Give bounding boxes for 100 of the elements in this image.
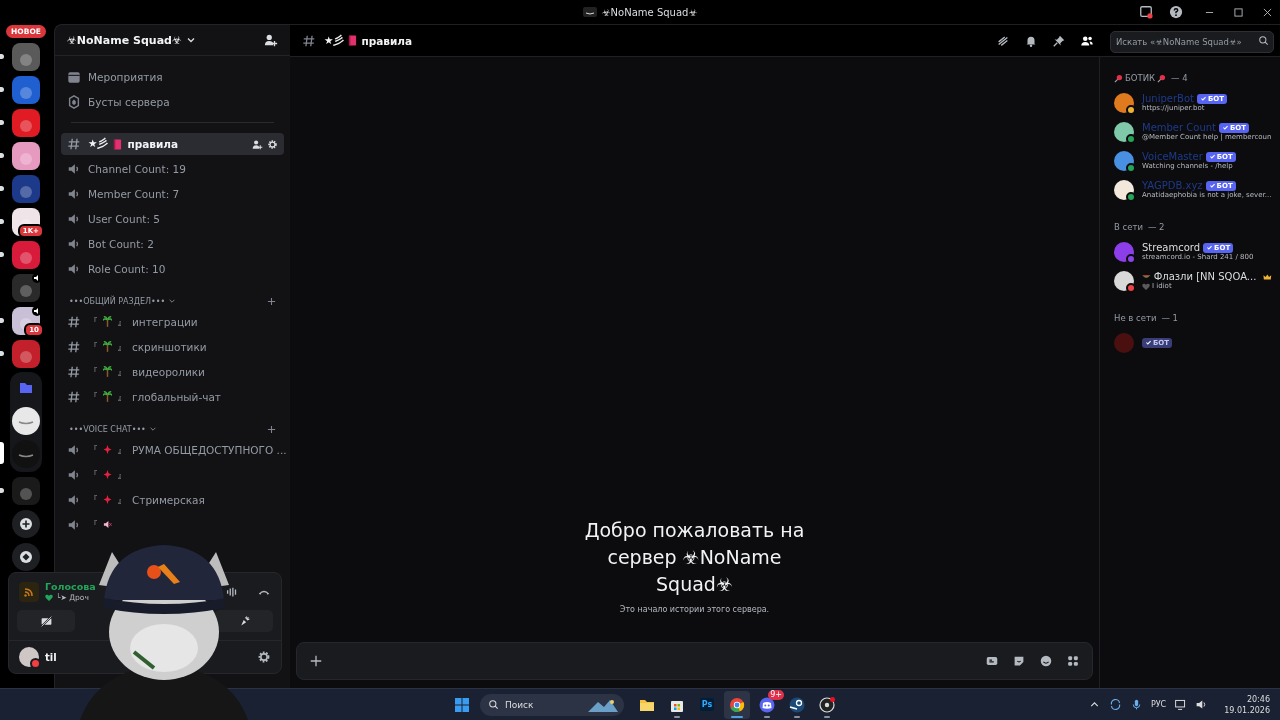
channel-item[interactable]: 『 』 видеоролики [61, 359, 284, 384]
bracket: 『 [88, 442, 98, 457]
channel-item[interactable]: 『 [61, 512, 118, 537]
time[interactable]: 20:46 [1246, 693, 1270, 705]
category-name[interactable]: •••VOICE CHAT••• [69, 424, 146, 434]
channel-link[interactable]: Мероприятия [88, 70, 163, 83]
channel-item[interactable]: 『 』 интеграции [61, 309, 284, 334]
member-avatar[interactable] [1114, 179, 1134, 200]
bracket: 』 [117, 492, 127, 507]
message-field[interactable] [296, 642, 1093, 680]
channel-item[interactable]: Channel Count: 19 [61, 156, 284, 181]
settings-icon[interactable] [257, 650, 271, 664]
channel-item[interactable]: 『 』 РУМА ОБЩЕДОСТУПНОГО ... [61, 437, 284, 462]
server-icon[interactable] [12, 406, 40, 435]
settings-icon[interactable] [267, 138, 278, 150]
server-icon[interactable] [12, 141, 40, 170]
channel-name: Стримерская [132, 493, 205, 506]
check-icon [1208, 153, 1216, 160]
compass-icon[interactable] [12, 542, 40, 571]
browser-icon[interactable] [729, 696, 745, 713]
hash-icon [302, 33, 316, 48]
notification-badge: 9+ [768, 689, 784, 700]
record-icon[interactable] [819, 696, 835, 713]
bracket: 』 [117, 442, 127, 457]
channel-name: Role Count: 10 [88, 262, 166, 275]
bracket: 『 [88, 467, 98, 482]
sparkle-icon [103, 469, 112, 480]
invite-icon[interactable] [252, 138, 263, 150]
language-indicator[interactable]: РУС [1150, 700, 1167, 709]
search-icon [1258, 35, 1269, 46]
channel-item[interactable]: Bot Count: 2 [61, 231, 284, 256]
add-server-icon[interactable] [12, 509, 40, 538]
user-avatar[interactable] [19, 647, 39, 667]
member-name[interactable]: Streamcord [1142, 242, 1201, 253]
channel-item[interactable]: Member Count: 7 [61, 181, 284, 206]
taskbar-search[interactable]: Поиск [480, 693, 624, 716]
channel-name: РУМА ОБЩЕДОСТУПНОГО ... [132, 443, 287, 456]
muted-speaker-icon [103, 519, 112, 530]
emoji-icon[interactable] [1039, 654, 1053, 668]
category-name[interactable]: •••ОБЩИЙ РАЗДЕЛ••• [69, 296, 166, 306]
palm-tree-icon [103, 316, 112, 327]
activity-button[interactable] [215, 610, 273, 632]
channel-name: глобальный-чат [132, 390, 221, 403]
chat-app-icon[interactable] [759, 696, 775, 713]
channel-link[interactable]: Бусты сервера [88, 95, 170, 108]
channel-item[interactable]: ★彡 правила [61, 133, 284, 155]
inbox-icon[interactable] [1139, 5, 1153, 19]
maximize-icon[interactable] [1234, 7, 1243, 17]
member-avatar[interactable] [1114, 92, 1134, 113]
sticker-icon[interactable] [1012, 654, 1026, 668]
member-avatar[interactable] [1114, 150, 1134, 171]
member-count: — 4 [1171, 73, 1188, 83]
gif-icon[interactable] [985, 654, 999, 668]
add-channel-icon[interactable] [267, 424, 276, 434]
bracket: 』 [117, 389, 127, 404]
start-icon[interactable] [454, 696, 470, 713]
check-icon [1206, 244, 1214, 251]
hash-icon [67, 137, 81, 151]
pin-icon[interactable] [1052, 33, 1066, 48]
add-channel-icon[interactable] [267, 296, 276, 306]
member-avatar[interactable] [1114, 121, 1134, 142]
channel-item[interactable]: Role Count: 10 [61, 256, 284, 281]
date[interactable]: 19.01.2026 [1224, 704, 1270, 716]
channel-decoration: ★彡 [88, 137, 109, 151]
server-name[interactable]: ☣NoName Squad☣ [67, 33, 182, 47]
apps-icon[interactable] [1066, 654, 1080, 668]
plus-icon[interactable] [309, 654, 323, 668]
check-icon [1145, 339, 1152, 346]
bracket: 』 [117, 364, 127, 379]
server-icon [582, 7, 597, 17]
close-icon[interactable] [1263, 7, 1272, 17]
username: til [45, 651, 57, 663]
camera-button[interactable] [17, 610, 75, 632]
hash-icon [67, 339, 81, 354]
channel-name: интеграции [132, 315, 198, 328]
channel-item[interactable]: 『 』 скриншотики [61, 334, 284, 359]
chevron-icon[interactable] [185, 35, 196, 45]
channel-name: Bot Count: 2 [88, 237, 154, 250]
channel-item[interactable]: 『 』 Стримерская [61, 487, 284, 512]
invite-icon[interactable] [264, 33, 278, 47]
help-icon[interactable] [1169, 5, 1183, 19]
voice-status[interactable]: Голосова [45, 581, 96, 592]
steam-icon[interactable] [789, 696, 805, 713]
search-field[interactable]: Искать «☣NoName Squad☣» [1110, 30, 1274, 53]
heart-icon [45, 594, 53, 601]
channel-item[interactable]: 『 』 [61, 462, 284, 487]
channel-item[interactable]: 『 』 глобальный-чат [61, 384, 284, 409]
palm-tree-icon [103, 391, 112, 402]
member-avatar[interactable] [1114, 270, 1134, 291]
monitor-icon[interactable] [1174, 698, 1188, 711]
bracket: 『 [88, 389, 98, 404]
sync-icon[interactable] [1108, 698, 1122, 711]
sparkle-icon [103, 494, 112, 505]
bracket: 『 [88, 339, 98, 354]
welcome-subtitle: Это начало истории этого сервера. [619, 605, 770, 614]
active-app-highlight[interactable] [724, 690, 750, 719]
channel-item[interactable]: User Count: 5 [61, 206, 284, 231]
photoshop-app[interactable]: Ps [699, 698, 715, 711]
member-name[interactable]: Флазли [NN SQOA... [1153, 271, 1257, 282]
channel-decoration: ★彡 [324, 33, 345, 48]
